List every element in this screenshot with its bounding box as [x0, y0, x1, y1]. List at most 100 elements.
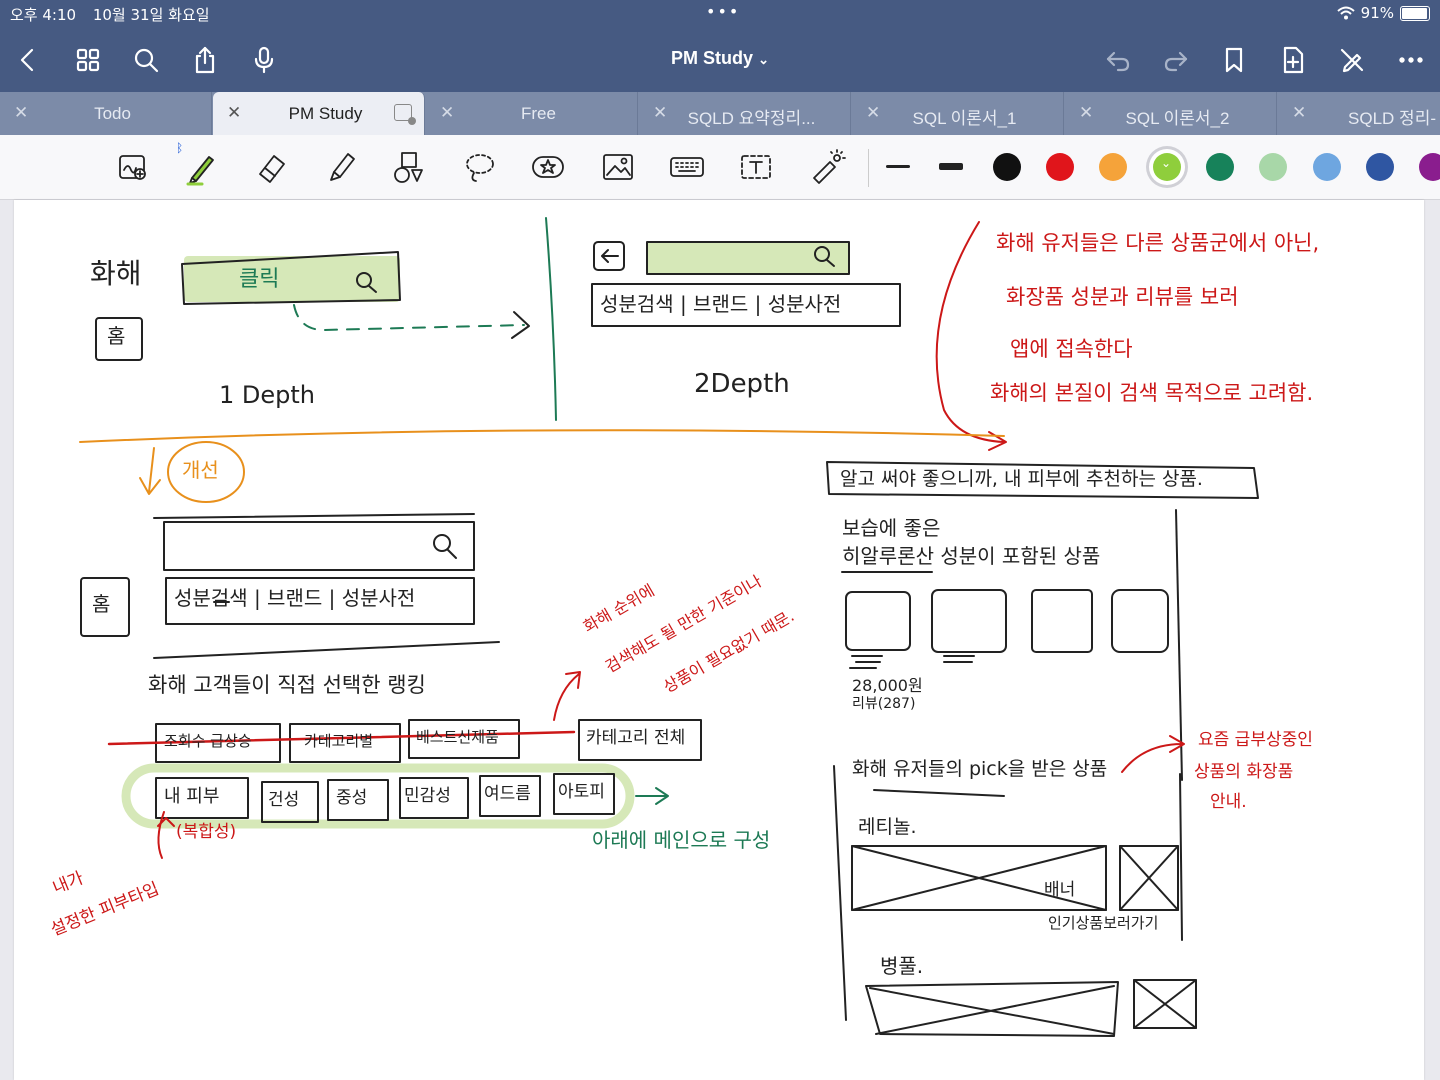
multitasking-dots-icon[interactable]: •••	[706, 2, 740, 21]
close-tab-icon[interactable]: ✕	[14, 103, 28, 123]
note-line: 화장품 성분과 리뷰를 보러	[1006, 285, 1239, 309]
bookmark-button[interactable]	[1216, 42, 1252, 78]
tab-sqld-notes[interactable]: ✕ SQLD 정리-	[1278, 92, 1440, 135]
note-canvas[interactable]: 화해 홈 클릭 1 Depth 성분검색 | 브랜드 | 성분사전 2Depth…	[0, 200, 1440, 1080]
sketch-search-text: 클릭	[239, 267, 280, 292]
note-page[interactable]: 화해 홈 클릭 1 Depth 성분검색 | 브랜드 | 성분사전 2Depth…	[14, 200, 1424, 1080]
sketch-banner-note: 인기상품보러가기	[1048, 914, 1159, 932]
close-tab-icon[interactable]: ✕	[1079, 103, 1093, 123]
lasso-tool[interactable]	[458, 147, 500, 187]
color-red-swatch[interactable]	[1046, 153, 1074, 181]
toolbar-divider	[868, 149, 869, 187]
close-tab-icon[interactable]: ✕	[440, 103, 454, 123]
sketch-strokes	[79, 217, 1259, 1037]
add-page-button[interactable]	[1275, 42, 1311, 78]
laser-pointer-icon	[813, 149, 846, 184]
close-tab-icon[interactable]: ✕	[653, 103, 667, 123]
tab-label: PM Study	[288, 104, 363, 123]
close-tab-icon[interactable]: ✕	[1292, 103, 1306, 123]
tab-label: SQL 이론서_1	[912, 109, 1017, 128]
sketch-skin-tab: 중성	[336, 788, 368, 808]
more-button[interactable]	[1393, 42, 1429, 78]
document-title-button[interactable]: PM Study ⌄	[671, 48, 769, 68]
search-button[interactable]	[128, 42, 164, 78]
keyboard-icon	[670, 157, 704, 177]
undo-button[interactable]	[1100, 42, 1136, 78]
sketch-sub-label: (복합성)	[176, 822, 237, 842]
status-date: 10월 31일 화요일	[92, 6, 210, 24]
color-sky-blue-swatch[interactable]	[1313, 153, 1341, 181]
zoom-window-icon	[119, 155, 146, 180]
document-title: PM Study	[671, 48, 754, 68]
tab-label: Todo	[94, 104, 131, 123]
color-purple-swatch[interactable]	[1419, 153, 1440, 181]
laser-pointer-tool[interactable]	[806, 147, 848, 187]
color-black-swatch[interactable]	[993, 153, 1021, 181]
note-line: 상품의 화장품	[1194, 762, 1294, 782]
document-tabs: ✕ Todo ✕ PM Study ✕ Free ✕ SQLD 요약정리... …	[0, 92, 1440, 135]
sketch-depth-2: 2Depth	[694, 369, 790, 399]
close-tab-icon[interactable]: ✕	[227, 103, 241, 123]
back-button[interactable]	[10, 42, 46, 78]
share-button[interactable]	[187, 42, 223, 78]
stroke-width-thick[interactable]	[939, 163, 963, 170]
page-view-icon[interactable]	[394, 104, 416, 125]
dictation-button[interactable]	[246, 42, 282, 78]
shapes-icon	[394, 152, 423, 183]
pen-off-button[interactable]	[1334, 42, 1370, 78]
sketch-home-label: 홈	[107, 324, 126, 348]
lasso-icon	[466, 154, 494, 182]
stroke-width-thin[interactable]	[886, 165, 910, 168]
keyboard-tool[interactable]	[666, 147, 708, 187]
pen-tool[interactable]: ᛒ	[176, 141, 222, 187]
ellipsis-icon	[1399, 57, 1423, 63]
sketch-skin-tab: 아토피	[558, 782, 605, 802]
sketch-pick-title: 화해 유저들의 pick을 받은 상품	[852, 758, 1108, 780]
chevron-down-icon: ⌄	[758, 52, 769, 67]
sketch-strike-tab: 조회수 급상승	[164, 732, 252, 750]
text-tool[interactable]	[735, 147, 777, 187]
color-mint-swatch[interactable]	[1259, 153, 1287, 181]
sketch-home-label: 홈	[92, 592, 111, 616]
tab-sql-theory-2[interactable]: ✕ SQL 이론서_2	[1065, 92, 1277, 135]
wifi-icon	[1336, 6, 1355, 20]
battery-percent: 91%	[1360, 4, 1394, 22]
color-navy-swatch[interactable]	[1366, 153, 1394, 181]
tab-label: SQLD 정리-	[1348, 109, 1436, 128]
shapes-tool[interactable]	[388, 147, 430, 187]
sticker-tool[interactable]	[527, 147, 569, 187]
color-green-swatch-selected[interactable]: ⌄	[1153, 153, 1181, 181]
tab-label: SQLD 요약정리...	[687, 109, 816, 128]
sketch-category-label: 레티놀.	[858, 816, 917, 838]
sketch-banner-label: 배너	[1044, 880, 1076, 900]
tab-sqld-summary[interactable]: ✕ SQLD 요약정리...	[639, 92, 851, 135]
color-orange-swatch[interactable]	[1099, 153, 1127, 181]
close-tab-icon[interactable]: ✕	[866, 103, 880, 123]
chevron-left-icon	[20, 48, 34, 72]
undo-icon	[1106, 51, 1130, 72]
color-dark-green-swatch[interactable]	[1206, 153, 1234, 181]
tab-free[interactable]: ✕ Free	[426, 92, 638, 135]
microphone-icon	[254, 46, 274, 74]
tab-todo[interactable]: ✕ Todo	[0, 92, 212, 135]
nav-bar: PM Study ⌄	[0, 28, 1440, 92]
sketch-skin-tab: 내 피부	[164, 786, 220, 807]
note-line: 화해 유저들은 다른 상품군에서 아닌,	[996, 231, 1320, 255]
image-tool[interactable]	[597, 147, 639, 187]
note-line: 앱에 접속한다	[1010, 337, 1133, 361]
chevron-down-icon: ⌄	[1161, 156, 1172, 170]
note-line: 요즘 급부상중인	[1198, 730, 1313, 750]
sticker-icon	[532, 156, 564, 178]
pen-icon	[186, 156, 214, 186]
zoom-window-tool[interactable]	[112, 147, 154, 187]
redo-button[interactable]	[1158, 42, 1194, 78]
thumbnails-button[interactable]	[70, 42, 106, 78]
sketch-strike-tab: 베스트신제품	[416, 728, 499, 746]
tab-sql-theory-1[interactable]: ✕ SQL 이론서_1	[852, 92, 1064, 135]
sketch-skin-tab: 건성	[268, 790, 300, 810]
highlighter-tool[interactable]	[320, 147, 362, 187]
tab-label: Free	[521, 104, 556, 123]
eraser-tool[interactable]	[250, 147, 292, 187]
tab-pm-study[interactable]: ✕ PM Study	[213, 92, 425, 135]
battery-fill	[1402, 7, 1428, 19]
